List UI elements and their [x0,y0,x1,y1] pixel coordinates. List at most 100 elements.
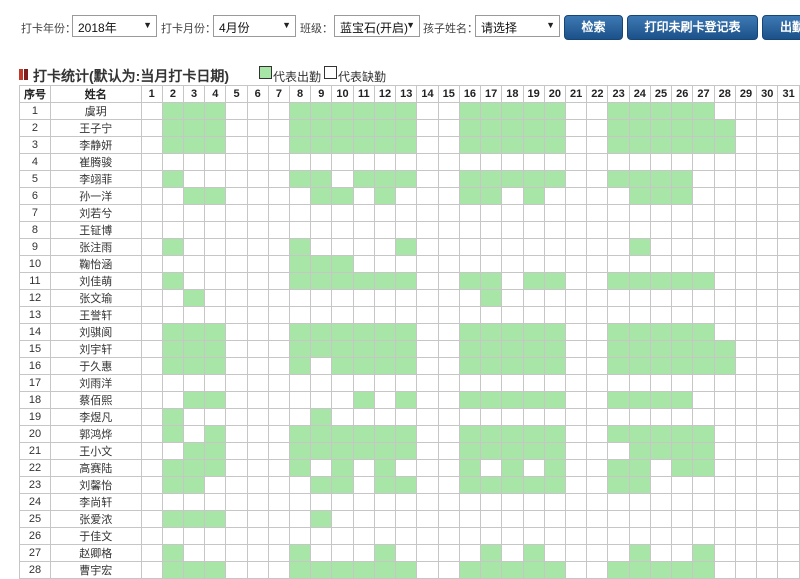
column-header-day: 12 [373,85,397,103]
attendance-cell-present [607,119,630,137]
attendance-cell-absent [607,544,630,562]
attendance-cell-absent [564,476,588,494]
attendance-cell-absent [564,102,588,120]
child-select[interactable]: 请选择 ▼ [475,15,560,37]
attendance-cell-present [480,544,503,562]
attendance-cell-absent [373,391,397,409]
attendance-cell-absent [246,136,269,154]
attendance-cell-present [628,102,651,120]
attendance-cell-absent [437,442,460,460]
class-select[interactable]: 蓝宝石(开启) ▼ [334,15,420,37]
attendance-cell-present [458,102,482,120]
attendance-cell-absent [267,119,291,137]
attendance-cell-absent [501,204,524,222]
attendance-cell-present [373,425,397,443]
attendance-cell-absent [352,408,375,426]
attendance-cell-absent [437,102,460,120]
attendance-cell-absent [734,187,758,205]
attendance-cell-absent [501,255,524,273]
attendance-cell-absent [140,323,163,341]
attendance-cell-absent [734,119,758,137]
attendance-cell-present [628,238,651,256]
attendance-cell-absent [649,289,673,307]
attendance-cell-present [501,391,524,409]
attendance-cell-absent [246,476,269,494]
attendance-cell-absent [246,510,269,528]
attendance-cell-absent [607,204,630,222]
attendance-cell-absent [437,425,460,443]
attendance-cell-absent [564,493,588,511]
attendance-cell-present [373,119,397,137]
attendance-cell-absent [734,153,758,171]
attendance-cell-present [331,272,354,290]
table-row: 9 张注雨 [19,238,800,256]
attendance-cell-absent [671,221,694,239]
attendance-cell-present [182,102,206,120]
attendance-cell-present [607,391,630,409]
attendance-cell-absent [267,408,291,426]
attendance-cell-absent [734,255,758,273]
attendance-cell-present [395,119,418,137]
attendance-cell-absent [564,170,588,188]
attendance-cell-present [161,340,185,358]
attendance-cell-absent [586,170,609,188]
attendance-cell-present [480,323,503,341]
attendance-cell-absent [140,408,163,426]
attendance-cell-present [161,170,185,188]
attendance-cell-present [522,136,545,154]
column-header-day: 13 [395,85,418,103]
row-student-name: 刘雨洋 [49,374,142,392]
attendance-cell-absent [267,357,291,375]
attendance-cell-absent [246,561,269,579]
year-select[interactable]: 2018年 ▼ [72,15,157,37]
row-student-name: 鞠怡涵 [49,255,142,273]
attendance-cell-present [628,544,651,562]
attendance-cell-absent [607,289,630,307]
attendance-cell-absent [564,187,588,205]
attendance-cell-absent [692,255,715,273]
row-student-name: 虞玥 [49,102,142,120]
attendance-cell-present [331,357,354,375]
attendance-cell-absent [267,272,291,290]
attendance-cell-absent [246,493,269,511]
attendance-cell-absent [756,153,779,171]
attendance-cell-absent [437,306,460,324]
attendance-cell-present [310,187,333,205]
search-button[interactable]: 检索 [564,15,623,40]
attendance-cell-absent [564,153,588,171]
attendance-cell-absent [586,527,609,545]
attendance-cell-absent [522,204,545,222]
attendance-cell-absent [586,153,609,171]
attendance-cell-absent [225,323,248,341]
attendance-cell-absent [501,306,524,324]
attendance-cell-absent [225,493,248,511]
attendance-cell-absent [140,561,163,579]
column-header-day: 30 [756,85,779,103]
table-row: 13 王誉轩 [19,306,800,324]
attendance-cell-absent [756,476,779,494]
attendance-cell-absent [352,374,375,392]
attendance-cell-present [522,544,545,562]
attendance-cell-absent [713,221,736,239]
print-unswiped-button[interactable]: 打印未刷卡登记表 [627,15,758,40]
attendance-cell-absent [628,510,651,528]
attendance-cell-absent [628,204,651,222]
attendance-cell-present [289,136,312,154]
attendance-cell-absent [416,153,439,171]
month-select[interactable]: 4月份 ▼ [213,15,296,37]
attendance-cell-absent [713,425,736,443]
attendance-cell-absent [437,527,460,545]
attendance-cell-absent [564,425,588,443]
attendance-cell-absent [246,153,269,171]
attendance-cell-absent [310,391,333,409]
attendance-cell-absent [225,408,248,426]
attendance-cell-present [161,357,185,375]
class-select-value: 蓝宝石(开启) [340,21,408,35]
attendance-cell-present [310,340,333,358]
attendance-cell-absent [161,187,185,205]
column-header-day: 11 [352,85,375,103]
export-attendance-button[interactable]: 出勤 [762,15,800,40]
attendance-cell-absent [204,255,227,273]
attendance-cell-absent [437,374,460,392]
attendance-cell-absent [564,510,588,528]
